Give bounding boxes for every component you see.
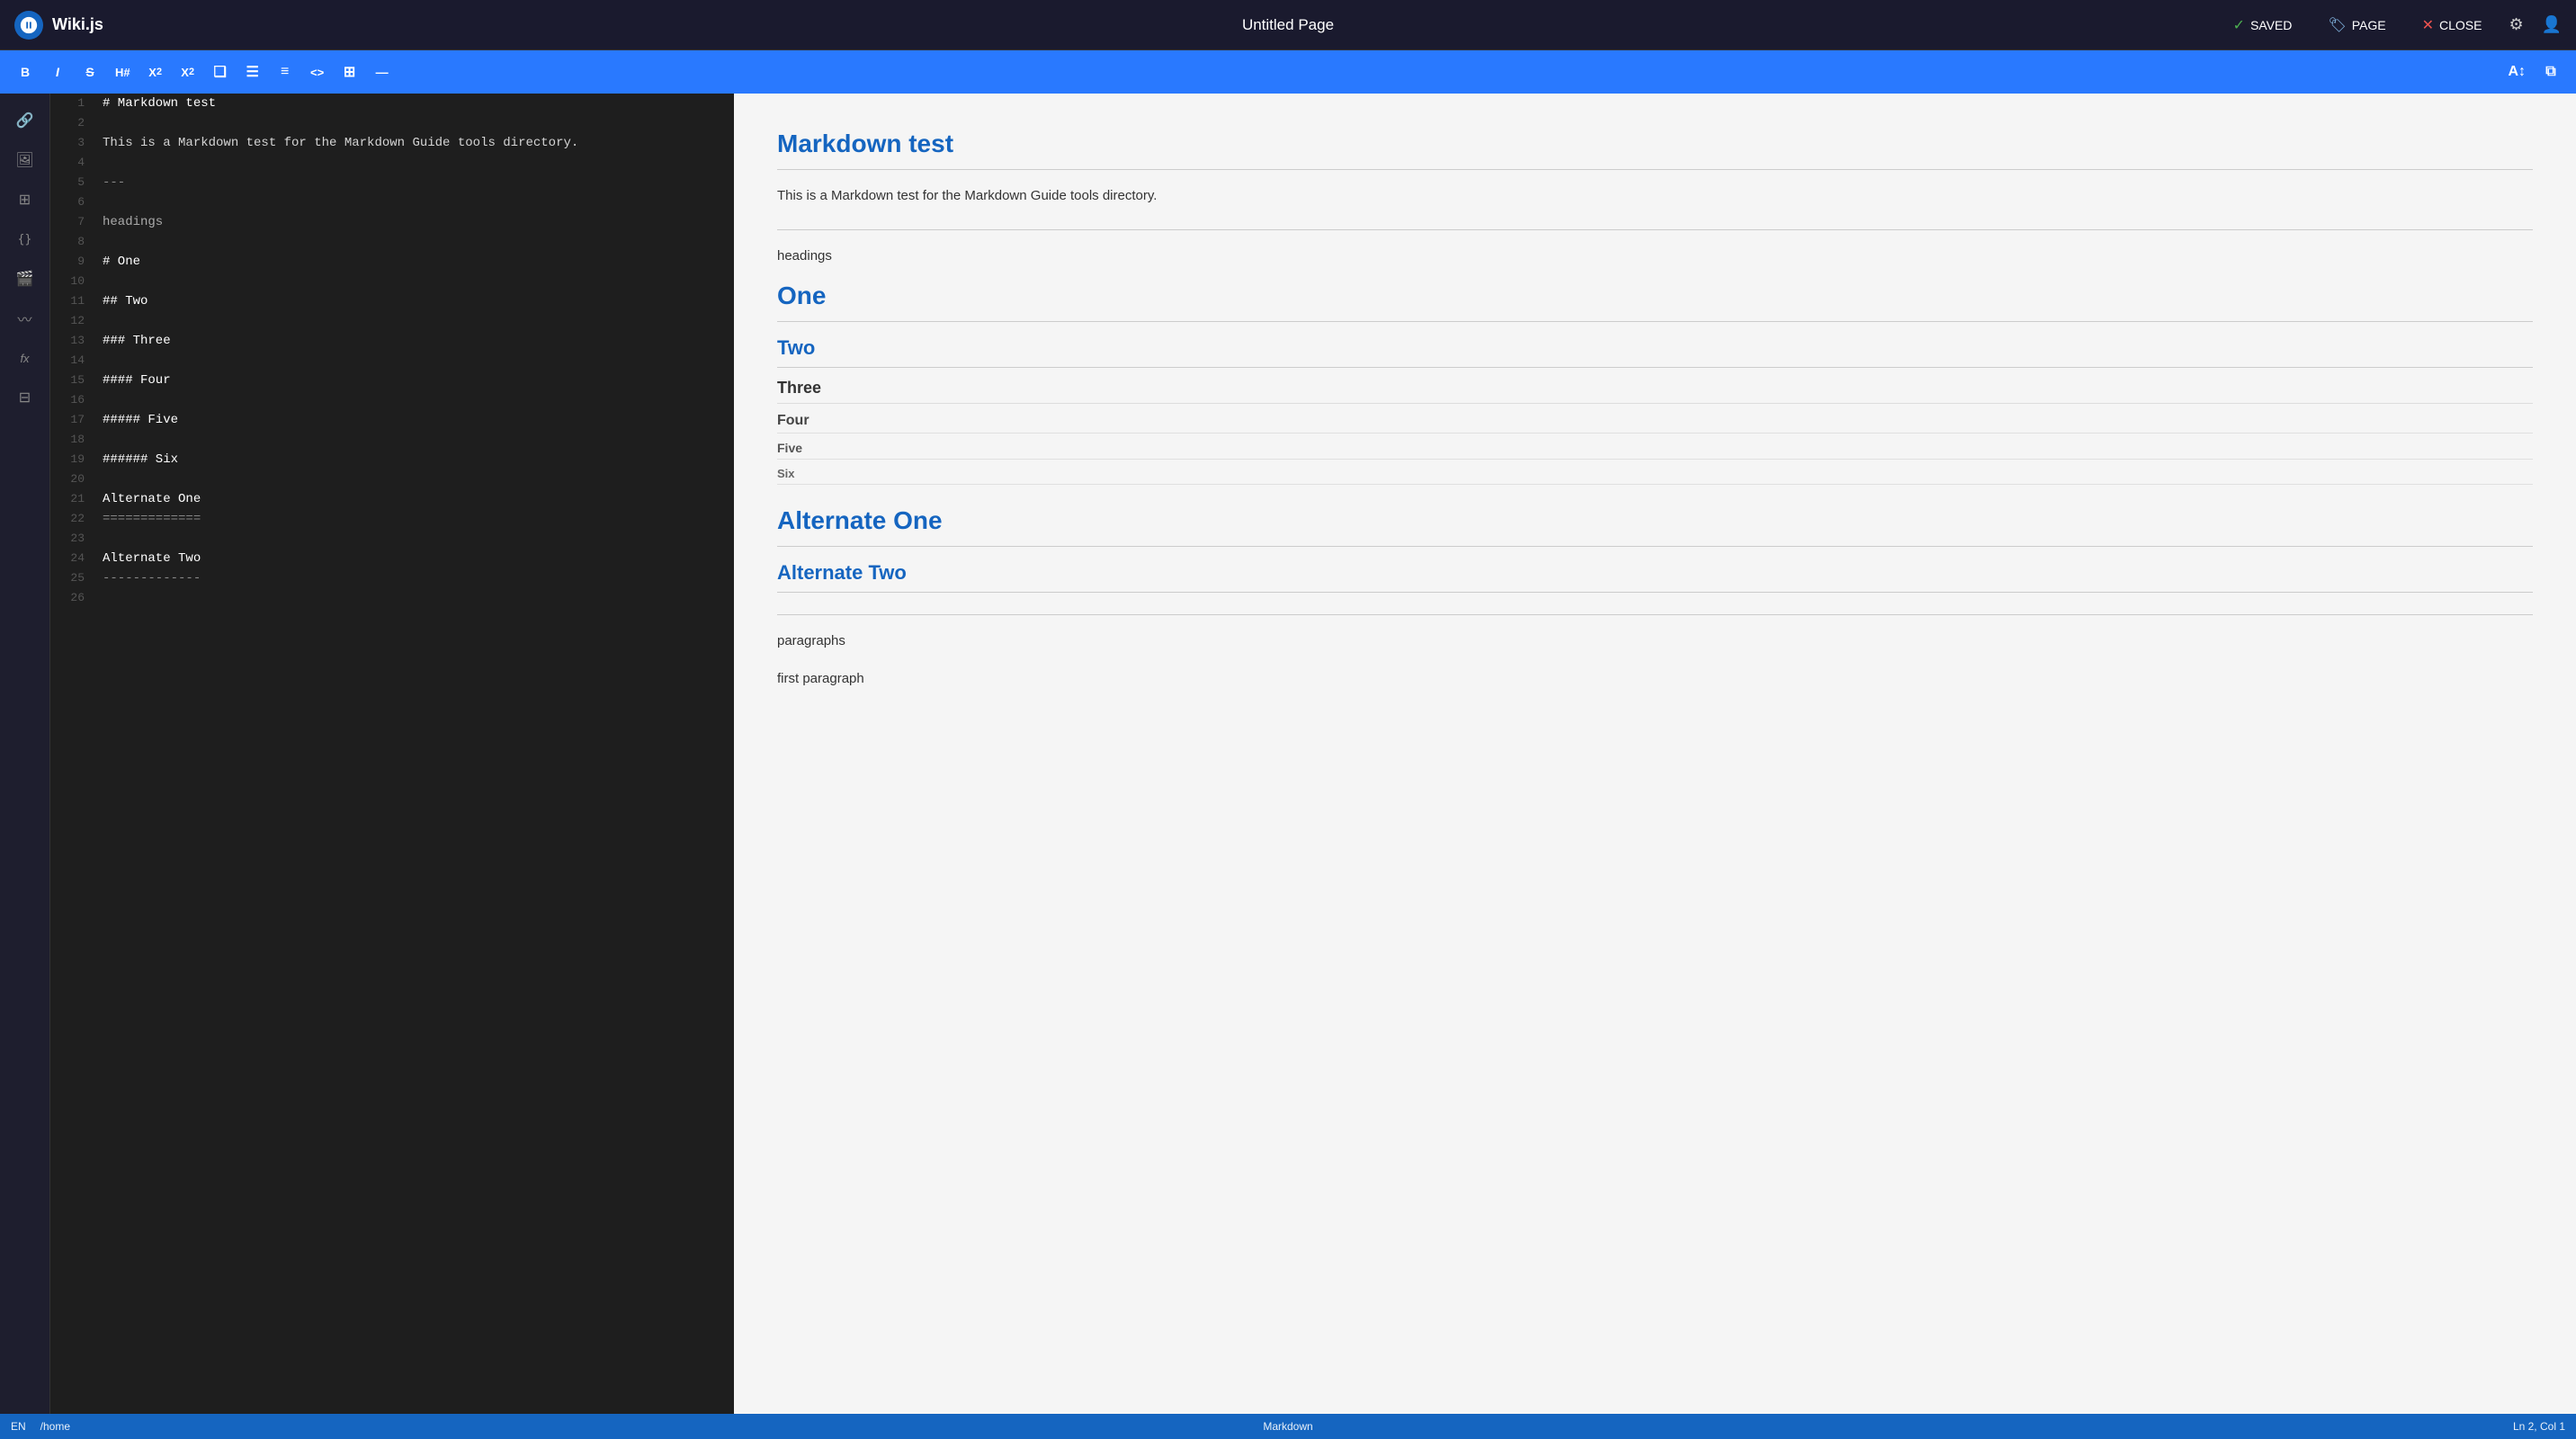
editor-line: 12	[50, 311, 734, 331]
preview-alt-h1: Alternate One	[777, 506, 2533, 547]
editor-line: 9 # One	[50, 252, 734, 272]
editor-line: 25 -------------	[50, 568, 734, 588]
preview-alt-h2: Alternate Two	[777, 561, 2533, 593]
preview-pane: Markdown test This is a Markdown test fo…	[734, 94, 2576, 1414]
editor-line: 10	[50, 272, 734, 291]
blocks-icon[interactable]: ⊞	[9, 183, 41, 216]
video-icon[interactable]: 🎬	[9, 263, 41, 295]
editor-line: 5 ---	[50, 173, 734, 192]
preview-section-alt: Alternate One Alternate Two	[777, 506, 2533, 593]
editor-line: 21 Alternate One	[50, 489, 734, 509]
strikethrough-button[interactable]: S	[76, 58, 104, 86]
preview-intro: This is a Markdown test for the Markdown…	[777, 184, 2533, 208]
code-block-icon[interactable]: {}	[9, 223, 41, 255]
hr-button[interactable]: —	[368, 58, 397, 86]
editor-line: 3 This is a Markdown test for the Markdo…	[50, 133, 734, 153]
user-icon[interactable]: 👤	[2542, 15, 2562, 34]
sidebar-icons: 🔗 🖼 ⊞ {} 🎬 〰 fx ⊟	[0, 94, 50, 1414]
logo-area: Wiki.js	[14, 11, 863, 40]
subscript-button[interactable]: X2	[141, 58, 170, 86]
page-title: Untitled Page	[863, 16, 1713, 34]
nav-right: ✓ SAVED 🏷 PAGE ✕ CLOSE ⚙ 👤	[1713, 11, 2562, 40]
preview-h1-one: One	[777, 282, 2533, 322]
editor-line: 17 ##### Five	[50, 410, 734, 430]
toolbar-right: A↕ ⧉	[2500, 58, 2565, 86]
font-size-button[interactable]: A↕	[2500, 58, 2533, 86]
editor-line: 7 headings	[50, 212, 734, 232]
ul-button[interactable]: ☰	[238, 58, 267, 86]
editor-line: 18	[50, 430, 734, 450]
editor-line: 23	[50, 529, 734, 549]
preview-h3-three: Three	[777, 379, 2533, 404]
path-indicator: /home	[40, 1420, 70, 1433]
superscript-button[interactable]: X2	[174, 58, 202, 86]
check-icon: ✓	[2233, 16, 2245, 34]
main-area: 🔗 🖼 ⊞ {} 🎬 〰 fx ⊟ 1 # Markdown test 2 3 …	[0, 94, 2576, 1414]
preview-paragraphs-label: paragraphs	[777, 630, 2533, 653]
editor-line: 11 ## Two	[50, 291, 734, 311]
editor-line: 4	[50, 153, 734, 173]
math-icon[interactable]: fx	[9, 342, 41, 374]
mode-indicator: Markdown	[1263, 1420, 1312, 1433]
editor-line: 16	[50, 390, 734, 410]
preview-section-one: One Two Three Four Five Six	[777, 282, 2533, 485]
links-icon[interactable]: 🔗	[9, 104, 41, 137]
editor-toolbar: B I S H# X2 X2 ❑ ☰ ≡ <> ⊞ — A↕ ⧉	[0, 50, 2576, 94]
bold-button[interactable]: B	[11, 58, 40, 86]
app-name: Wiki.js	[52, 15, 103, 34]
embed-icon[interactable]: ⊟	[9, 381, 41, 414]
preview-first-paragraph: first paragraph	[777, 667, 2533, 691]
editor-line: 13 ### Three	[50, 331, 734, 351]
preview-divider-2	[777, 614, 2533, 615]
wikijs-logo	[14, 11, 43, 40]
blockquote-button[interactable]: ❑	[206, 58, 235, 86]
diagram-icon[interactable]: 〰	[9, 302, 41, 335]
language-indicator: EN	[11, 1420, 26, 1433]
editor-line: 2	[50, 113, 734, 133]
preview-h4-four: Four	[777, 413, 2533, 433]
page-button[interactable]: 🏷 PAGE	[2319, 11, 2394, 40]
editor-line: 20	[50, 469, 734, 489]
media-icon[interactable]: 🖼	[9, 144, 41, 176]
preview-h6-six: Six	[777, 467, 2533, 485]
editor-line: 26	[50, 588, 734, 608]
page-icon: 🏷	[2328, 16, 2346, 34]
status-bar: EN /home Markdown Ln 2, Col 1	[0, 1414, 2576, 1439]
saved-button[interactable]: ✓ SAVED	[2224, 11, 2302, 40]
preview-h2-two: Two	[777, 336, 2533, 368]
close-icon: ✕	[2422, 16, 2434, 34]
editor-line: 19 ###### Six	[50, 450, 734, 469]
italic-button[interactable]: I	[43, 58, 72, 86]
heading-button[interactable]: H#	[108, 58, 138, 86]
preview-h5-five: Five	[777, 441, 2533, 460]
editor-line: 14	[50, 351, 734, 371]
top-navigation: Wiki.js Untitled Page ✓ SAVED 🏷 PAGE ✕ C…	[0, 0, 2576, 50]
editor-line: 8	[50, 232, 734, 252]
preview-h1: Markdown test	[777, 130, 2533, 170]
ol-button[interactable]: ≡	[271, 58, 300, 86]
editor-line: 22 =============	[50, 509, 734, 529]
split-view-button[interactable]: ⧉	[2536, 58, 2565, 86]
table-button[interactable]: ⊞	[335, 58, 364, 86]
editor-line: 15 #### Four	[50, 371, 734, 390]
settings-icon[interactable]: ⚙	[2509, 15, 2523, 34]
preview-section-title: Markdown test This is a Markdown test fo…	[777, 130, 2533, 208]
code-button[interactable]: <>	[303, 58, 332, 86]
editor-line: 6	[50, 192, 734, 212]
editor-line: 24 Alternate Two	[50, 549, 734, 568]
close-button[interactable]: ✕ CLOSE	[2413, 11, 2491, 40]
editor-pane[interactable]: 1 # Markdown test 2 3 This is a Markdown…	[50, 94, 734, 1414]
cursor-position: Ln 2, Col 1	[2513, 1420, 2565, 1433]
preview-divider	[777, 229, 2533, 230]
editor-line: 1 # Markdown test	[50, 94, 734, 113]
preview-headings-label: headings	[777, 245, 2533, 268]
